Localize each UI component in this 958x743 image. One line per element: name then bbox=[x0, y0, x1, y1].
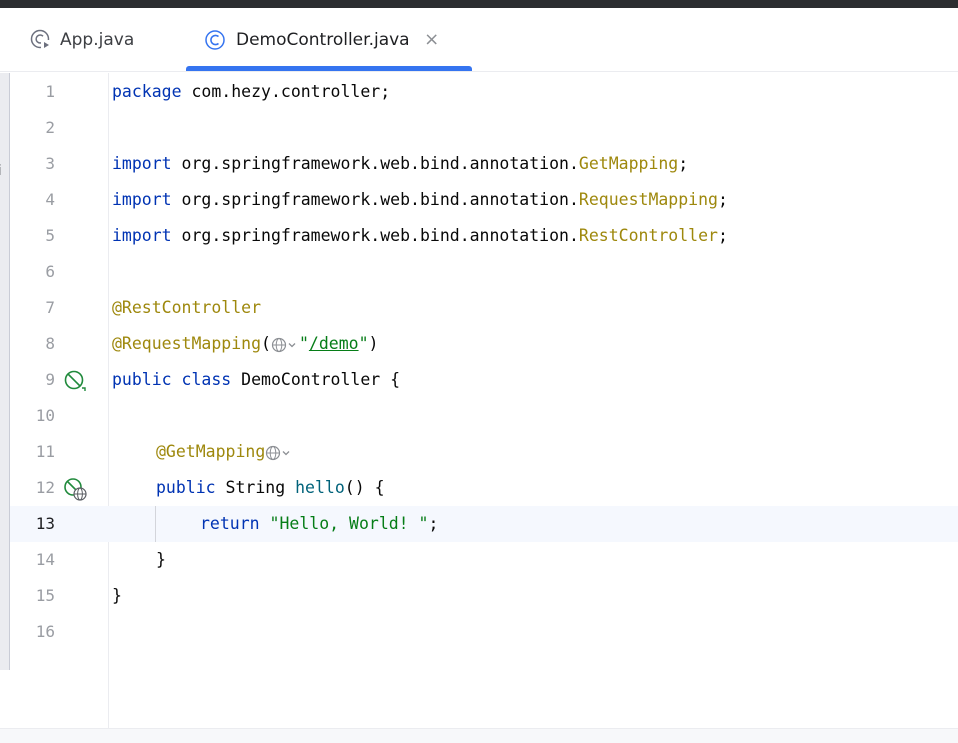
line-number: 10 bbox=[35, 406, 55, 425]
code-line-15[interactable]: 15 } bbox=[10, 578, 958, 614]
http-endpoint-globe-icon[interactable] bbox=[271, 336, 299, 354]
keyword: package bbox=[112, 82, 182, 101]
code-text: @GetMapping bbox=[156, 434, 293, 470]
semicolon: ; bbox=[678, 154, 689, 173]
keyword: import bbox=[112, 226, 172, 245]
method-params: () { bbox=[344, 478, 385, 497]
import-class: RequestMapping bbox=[578, 190, 718, 209]
code-line-5[interactable]: 5 import org.springframework.web.bind.an… bbox=[10, 218, 958, 254]
line-number: 4 bbox=[45, 190, 55, 209]
line-number: 7 bbox=[45, 298, 55, 317]
indent-guide bbox=[155, 506, 156, 542]
code-line-13-current[interactable]: 13 return "Hello, World! "; bbox=[10, 506, 958, 542]
keyword: public bbox=[156, 478, 216, 497]
annotation: @RequestMapping bbox=[112, 334, 262, 353]
string-literal: "Hello, World! " bbox=[269, 514, 429, 533]
package-name: com.hezy.controller; bbox=[181, 82, 391, 101]
class-name: DemoController { bbox=[231, 370, 401, 389]
url-path-link[interactable]: /demo bbox=[309, 334, 359, 353]
code-line-1[interactable]: 1 package com.hezy.controller; bbox=[10, 74, 958, 110]
tab-democontroller-java[interactable]: DemoController.java × bbox=[186, 8, 472, 71]
keyword: class bbox=[181, 370, 232, 389]
editor-tab-bar: App.java DemoController.java × bbox=[0, 8, 958, 72]
code-line-12[interactable]: 12 public String hello() { bbox=[10, 470, 958, 506]
line-number: 15 bbox=[35, 586, 55, 605]
code-line-3[interactable]: 3 import org.springframework.web.bind.an… bbox=[10, 146, 958, 182]
code-line-16[interactable]: 16 bbox=[10, 614, 958, 650]
java-class-icon bbox=[205, 29, 225, 50]
code-line-10[interactable]: 10 bbox=[10, 398, 958, 434]
code-line-14[interactable]: 14 } bbox=[10, 542, 958, 578]
code-text: import org.springframework.web.bind.anno… bbox=[112, 182, 728, 218]
annotation: @GetMapping bbox=[156, 442, 266, 461]
quote: " bbox=[358, 334, 369, 353]
code-text: import org.springframework.web.bind.anno… bbox=[112, 218, 728, 254]
import-class: GetMapping bbox=[578, 154, 679, 173]
tab-label: App.java bbox=[60, 29, 135, 50]
import-package: org.springframework.web.bind.annotation. bbox=[171, 226, 579, 245]
window-top-bar bbox=[0, 0, 958, 8]
method-name: hello bbox=[295, 478, 345, 497]
semicolon: ; bbox=[717, 190, 728, 209]
line-number: 1 bbox=[45, 82, 55, 101]
left-strip-label: i bbox=[0, 163, 2, 179]
java-class-run-icon bbox=[30, 29, 51, 50]
line-number: 3 bbox=[45, 154, 55, 173]
request-mapping-gutter-icon[interactable] bbox=[63, 477, 87, 501]
line-number: 6 bbox=[45, 262, 55, 281]
code-line-9[interactable]: 9 public class DemoController { bbox=[10, 362, 958, 398]
code-text: public class DemoController { bbox=[112, 362, 400, 398]
keyword: return bbox=[200, 514, 260, 533]
code-text: @RestController bbox=[112, 290, 261, 326]
line-number: 11 bbox=[35, 442, 55, 461]
line-number: 5 bbox=[45, 226, 55, 245]
paren-open: ( bbox=[261, 334, 271, 353]
line-number: 14 bbox=[35, 550, 55, 569]
keyword: import bbox=[112, 190, 172, 209]
code-line-2[interactable]: 2 bbox=[10, 110, 958, 146]
code-text: @RequestMapping( "/demo") bbox=[112, 326, 378, 362]
code-line-11[interactable]: 11 @GetMapping bbox=[10, 434, 958, 470]
keyword: import bbox=[112, 154, 172, 173]
close-tab-icon[interactable]: × bbox=[424, 30, 440, 48]
line-number: 9 bbox=[45, 370, 55, 389]
code-line-7[interactable]: 7 @RestController bbox=[10, 290, 958, 326]
import-package: org.springframework.web.bind.annotation. bbox=[171, 154, 579, 173]
left-tool-strip[interactable]: i bbox=[0, 73, 10, 670]
return-type: String bbox=[215, 478, 296, 497]
code-text: } bbox=[156, 550, 166, 569]
code-text: return "Hello, World! "; bbox=[200, 506, 438, 542]
line-number: 16 bbox=[35, 622, 55, 641]
import-package: org.springframework.web.bind.annotation. bbox=[171, 190, 579, 209]
line-number: 13 bbox=[35, 514, 55, 533]
semicolon: ; bbox=[717, 226, 728, 245]
code-line-4[interactable]: 4 import org.springframework.web.bind.an… bbox=[10, 182, 958, 218]
line-number: 8 bbox=[45, 334, 55, 353]
annotation: @RestController bbox=[112, 298, 262, 317]
code-line-8[interactable]: 8 @RequestMapping( "/demo") bbox=[10, 326, 958, 362]
paren-close: ) bbox=[368, 334, 379, 353]
code-text: } bbox=[112, 586, 122, 605]
spring-bean-gutter-icon[interactable] bbox=[63, 369, 87, 393]
tab-app-java[interactable]: App.java bbox=[30, 8, 134, 71]
keyword: public bbox=[112, 370, 172, 389]
semicolon: ; bbox=[428, 514, 439, 533]
code-text: package com.hezy.controller; bbox=[112, 74, 390, 110]
quote: " bbox=[298, 334, 309, 353]
active-tab-indicator bbox=[186, 66, 472, 71]
code-line-6[interactable]: 6 bbox=[10, 254, 958, 290]
line-number: 12 bbox=[35, 478, 55, 497]
bottom-status-bar bbox=[0, 728, 958, 743]
http-endpoint-globe-icon[interactable] bbox=[265, 444, 293, 462]
line-number: 2 bbox=[45, 118, 55, 137]
code-text: import org.springframework.web.bind.anno… bbox=[112, 146, 688, 182]
code-text: public String hello() { bbox=[156, 470, 385, 506]
import-class: RestController bbox=[578, 226, 718, 245]
tab-label: DemoController.java bbox=[236, 29, 410, 50]
